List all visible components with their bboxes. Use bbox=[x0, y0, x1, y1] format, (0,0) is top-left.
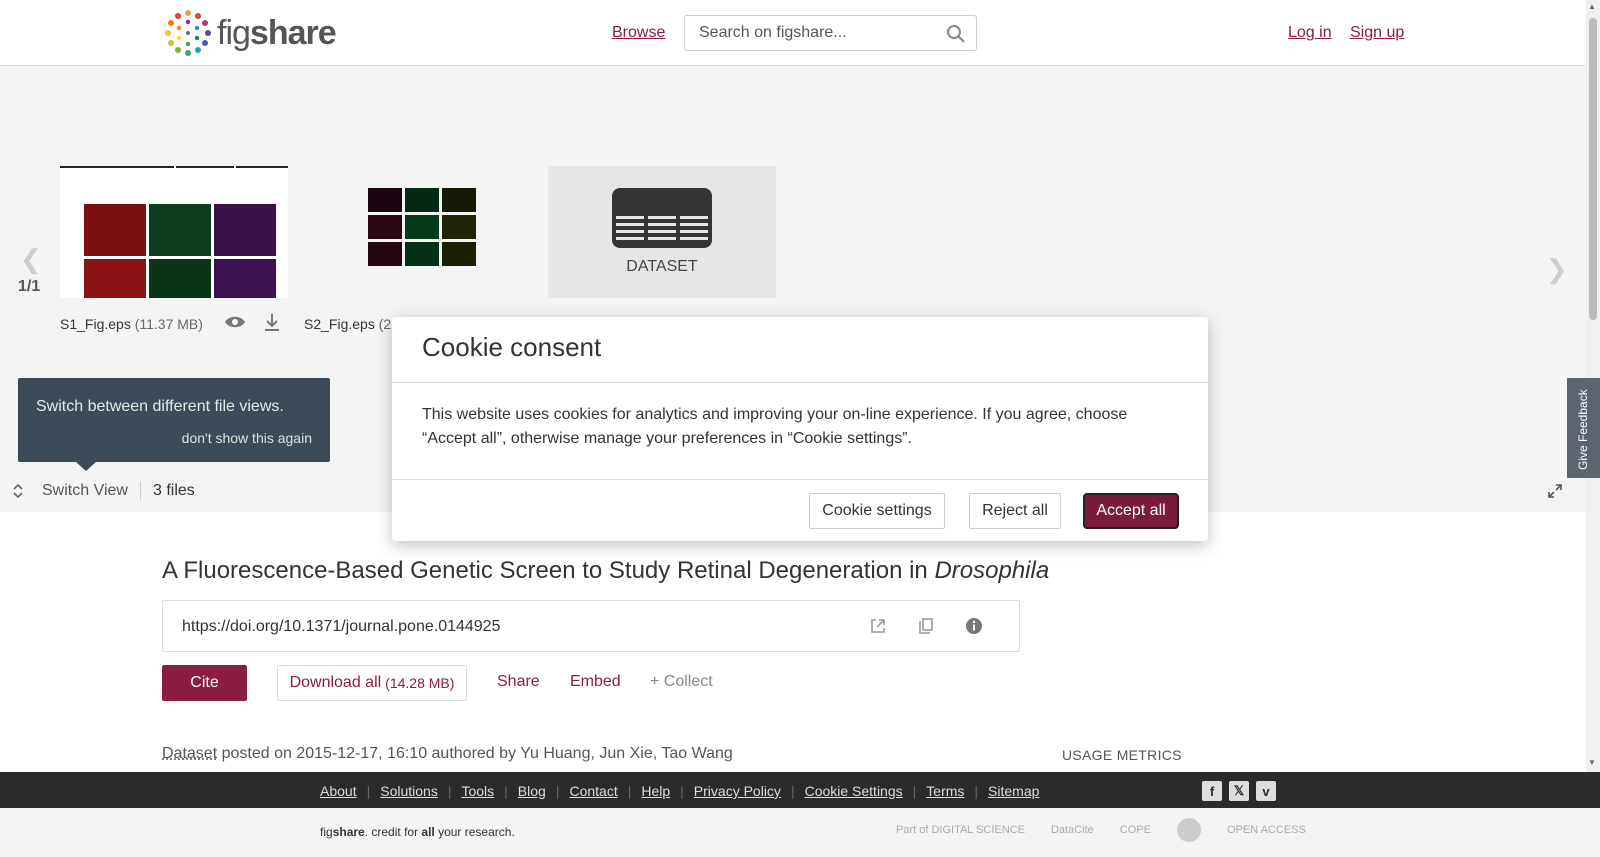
modal-title: Cookie consent bbox=[422, 332, 602, 362]
modal-body: This website uses cookies for analytics … bbox=[392, 383, 1208, 480]
modal-footer: Cookie settings Reject all Accept all bbox=[392, 480, 1208, 541]
cookie-settings-button[interactable]: Cookie settings bbox=[809, 493, 945, 529]
accept-all-button[interactable]: Accept all bbox=[1083, 493, 1179, 529]
modal-overlay: Cookie consent This website uses cookies… bbox=[0, 0, 1600, 857]
modal-header: Cookie consent bbox=[392, 317, 1208, 383]
modal-text: This website uses cookies for analytics … bbox=[422, 406, 1128, 447]
reject-all-button[interactable]: Reject all bbox=[969, 493, 1061, 529]
cookie-consent-dialog: Cookie consent This website uses cookies… bbox=[392, 317, 1208, 541]
